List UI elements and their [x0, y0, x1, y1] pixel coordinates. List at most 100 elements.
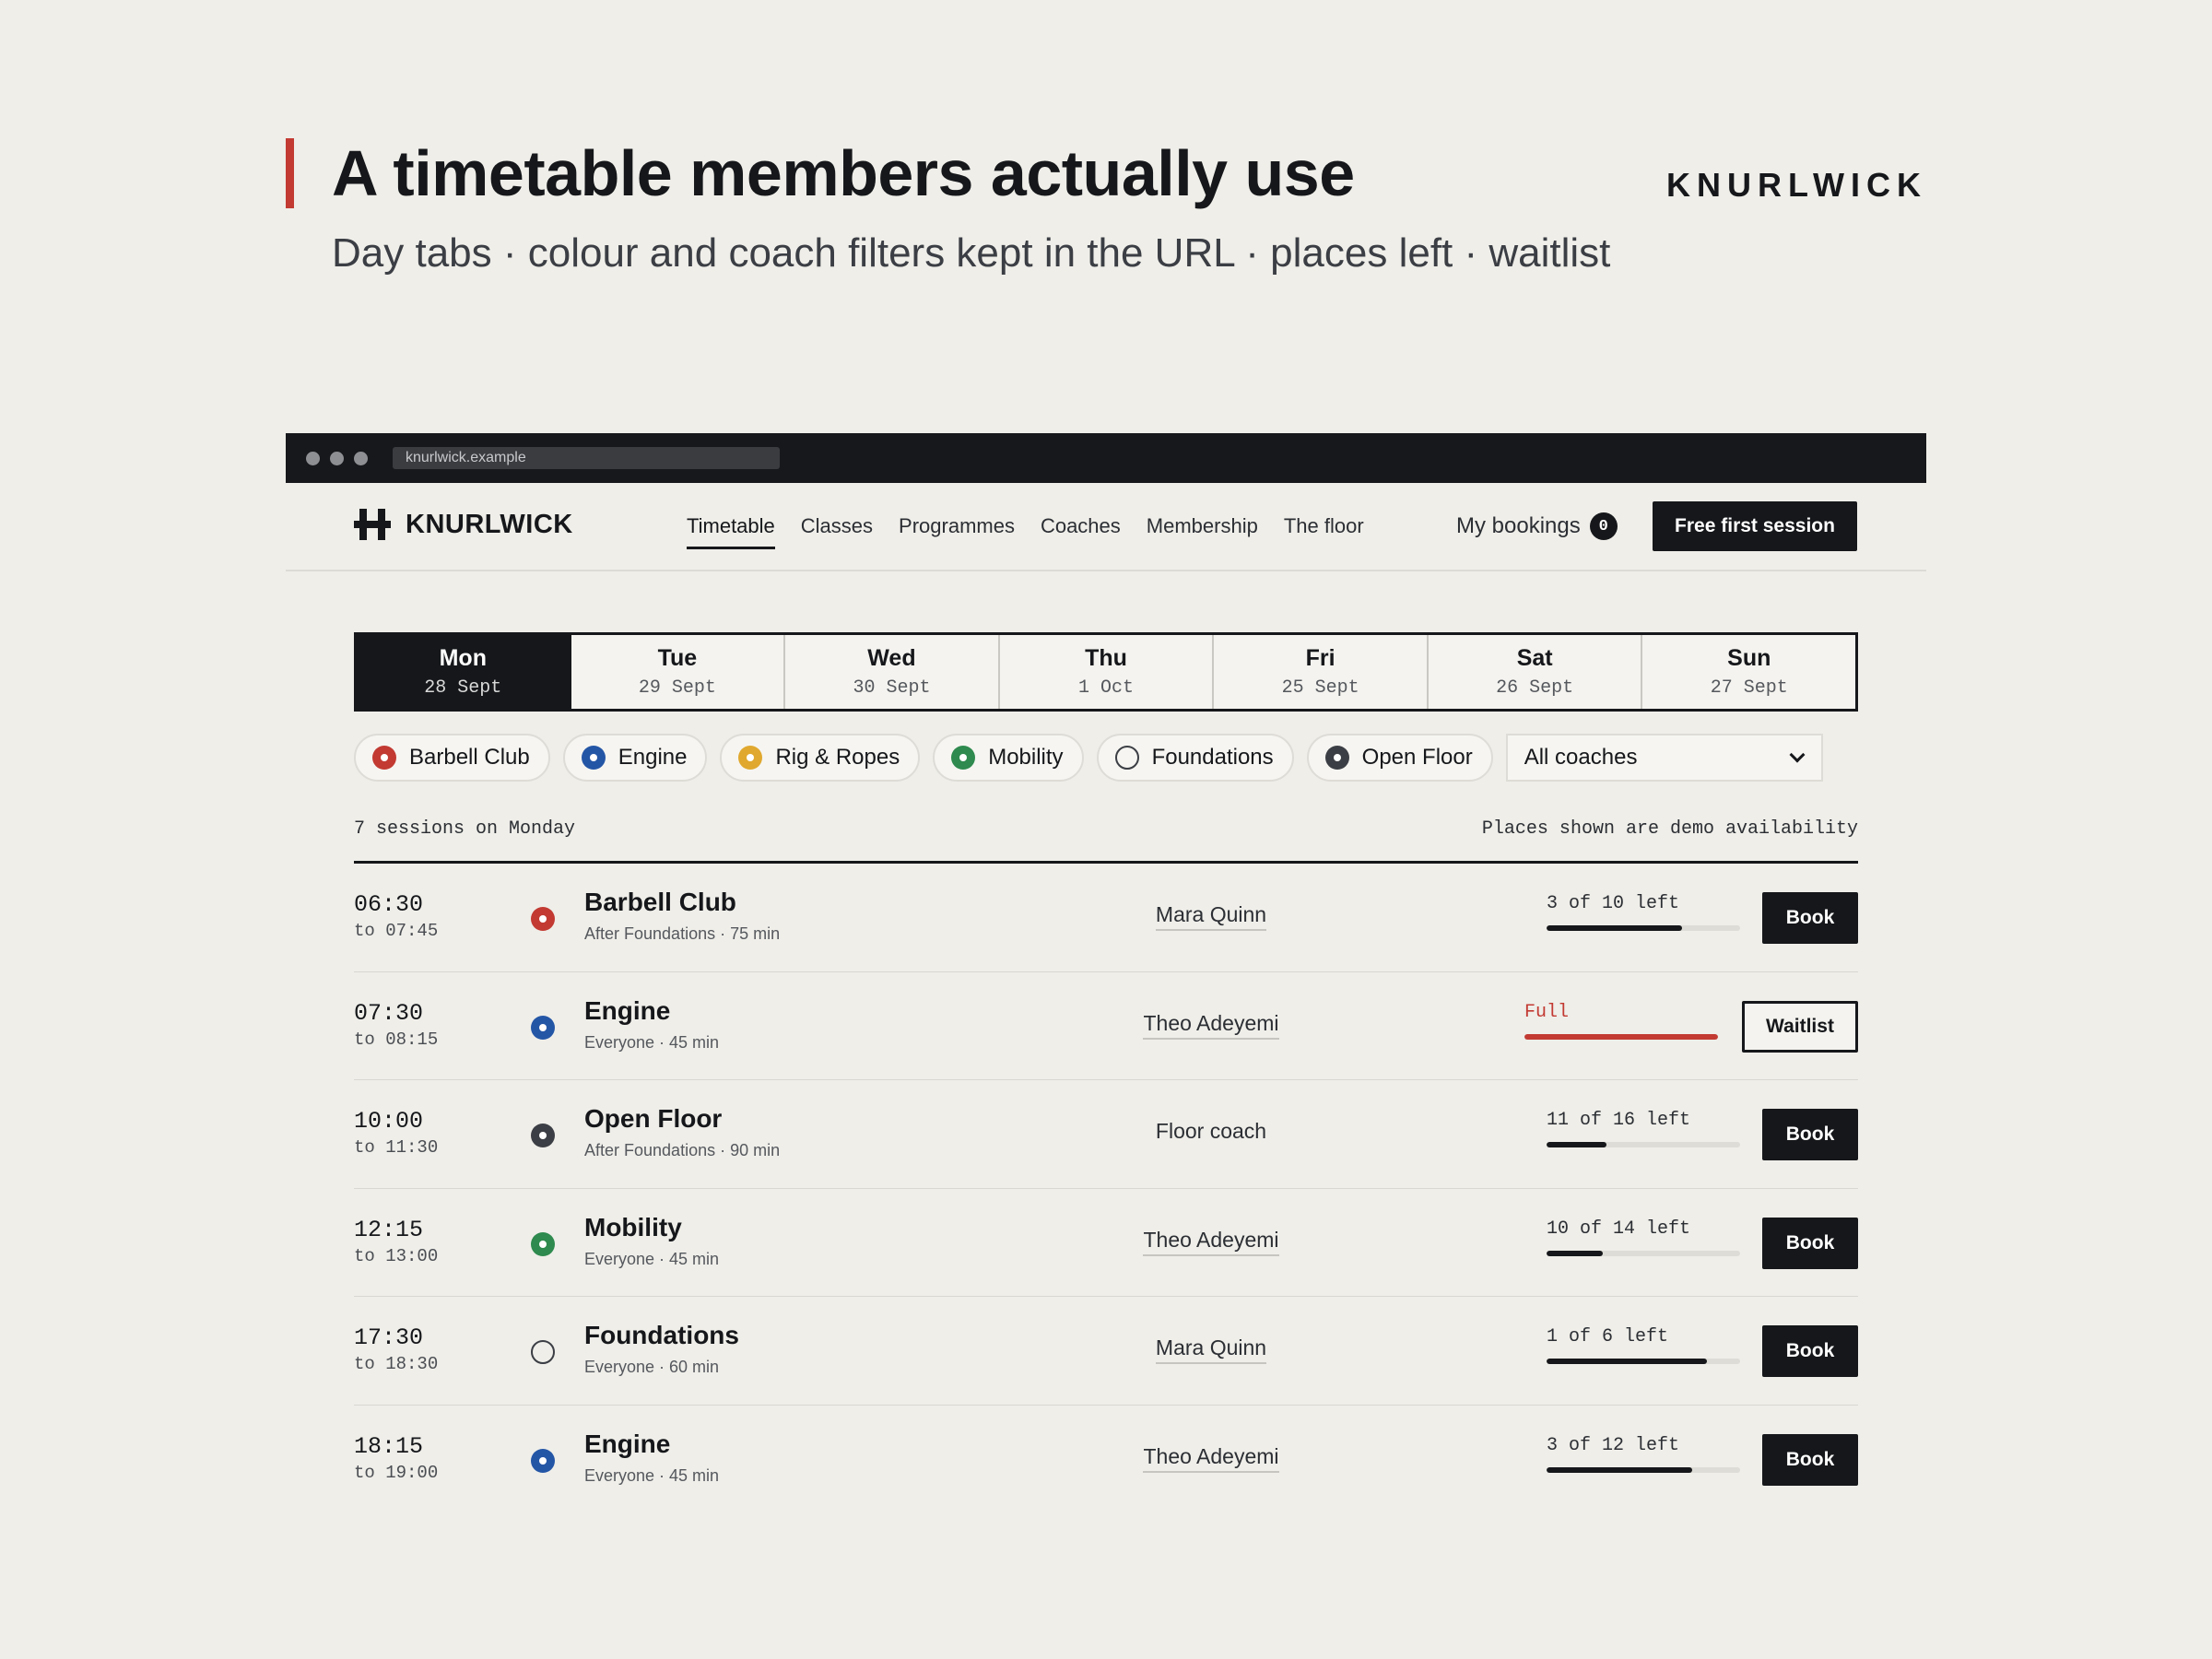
- availability-bar: [1547, 1250, 1740, 1256]
- slide-title: A timetable members actually use: [332, 137, 1355, 209]
- session-end-time: to 18:30: [354, 1354, 439, 1374]
- coach-link[interactable]: Theo Adeyemi: [1143, 1444, 1279, 1473]
- day-tab-thu[interactable]: Thu 1 Oct: [1000, 635, 1215, 709]
- browser-window: knurlwick.example KNURLWICK Timetable Cl…: [286, 433, 1926, 1521]
- session-end-time: to 19:00: [354, 1462, 439, 1483]
- class-colour-icon: [531, 1448, 555, 1473]
- coach-link[interactable]: Mara Quinn: [1155, 1335, 1267, 1364]
- colour-swatch-icon: [1324, 746, 1349, 770]
- coach-link[interactable]: Theo Adeyemi: [1143, 1011, 1279, 1040]
- nav-item-membership[interactable]: Membership: [1147, 483, 1258, 570]
- filter-chip-mobility[interactable]: Mobility: [933, 734, 1084, 782]
- window-dot-icon: [306, 451, 320, 465]
- nav-item-classes[interactable]: Classes: [801, 483, 873, 570]
- day-date: 1 Oct: [1078, 677, 1135, 699]
- day-tab-fri[interactable]: Fri 25 Sept: [1214, 635, 1429, 709]
- day-tab-mon[interactable]: Mon 28 Sept: [357, 635, 571, 709]
- session-start-time: 17:30: [354, 1324, 424, 1351]
- filter-chip-barbell-club[interactable]: Barbell Club: [354, 734, 550, 782]
- filter-chip-engine[interactable]: Engine: [562, 734, 708, 782]
- session-start-time: 07:30: [354, 999, 424, 1027]
- waitlist-button[interactable]: Waitlist: [1742, 1000, 1858, 1053]
- class-name[interactable]: Open Floor: [584, 1104, 722, 1134]
- filter-chip-label: Engine: [618, 745, 688, 770]
- day-tab-wed[interactable]: Wed 30 Sept: [785, 635, 1000, 709]
- availability: 10 of 14 left: [1547, 1218, 1740, 1256]
- availability: Full: [1524, 1002, 1718, 1040]
- class-name[interactable]: Engine: [584, 1430, 670, 1459]
- day-tab-sun[interactable]: Sun 27 Sept: [1642, 635, 1855, 709]
- day-date: 27 Sept: [1710, 677, 1788, 699]
- brand-wordmark: KNURLWICK: [1666, 166, 1927, 204]
- free-first-session-button[interactable]: Free first session: [1653, 501, 1857, 551]
- site-logo[interactable]: KNURLWICK: [354, 509, 573, 540]
- class-colour-icon: [531, 1231, 555, 1256]
- my-bookings-link[interactable]: My bookings 0: [1456, 483, 1618, 570]
- coach-cell: Theo Adeyemi: [1073, 1228, 1349, 1256]
- day-date: 26 Sept: [1496, 677, 1574, 699]
- day-date: 29 Sept: [638, 677, 716, 699]
- places-left: 11 of 16 left: [1547, 1110, 1691, 1131]
- book-button[interactable]: Book: [1762, 892, 1858, 944]
- session-count: 7 sessions on Monday: [354, 818, 576, 840]
- session-list: 06:30 to 07:45 Barbell Club After Foundatio…: [354, 864, 1858, 1513]
- day-name: Wed: [867, 645, 916, 671]
- filter-chip-rig-ropes[interactable]: Rig & Ropes: [720, 734, 921, 782]
- main-nav: Timetable Classes Programmes Coaches Mem…: [687, 483, 1390, 570]
- colour-swatch-icon: [951, 746, 976, 770]
- filter-chip-label: Barbell Club: [409, 745, 530, 770]
- coach-name: Floor coach: [1155, 1119, 1267, 1143]
- class-colour-icon: [531, 907, 555, 931]
- class-name[interactable]: Foundations: [584, 1321, 739, 1350]
- nav-item-timetable[interactable]: Timetable: [687, 483, 775, 570]
- availability-bar-fill: [1547, 1250, 1603, 1256]
- class-meta: Everyone · 45 min: [584, 1465, 720, 1485]
- day-tabs: Mon 28 Sept Tue 29 Sept Wed 30 Sept Thu 1 Oct Fr…: [354, 632, 1858, 712]
- coach-select-value: All coaches: [1524, 745, 1638, 770]
- class-meta: Everyone · 60 min: [584, 1358, 720, 1376]
- nav-item-coaches[interactable]: Coaches: [1041, 483, 1121, 570]
- session-end-time: to 08:15: [354, 1029, 439, 1050]
- class-name[interactable]: Barbell Club: [584, 888, 736, 917]
- nav-item-programmes[interactable]: Programmes: [899, 483, 1015, 570]
- session-row: 17:30 to 18:30 Foundations Everyone · 60 mi…: [354, 1297, 1858, 1406]
- filter-chip-open-floor[interactable]: Open Floor: [1306, 734, 1493, 782]
- availability: 3 of 12 left: [1547, 1435, 1740, 1473]
- availability-bar: [1524, 1033, 1718, 1040]
- list-meta: 7 sessions on Monday Places shown are de…: [354, 818, 1858, 840]
- availability-bar-fill: [1547, 1466, 1692, 1473]
- colour-swatch-icon: [372, 746, 396, 770]
- book-button[interactable]: Book: [1762, 1217, 1858, 1269]
- availability: 11 of 16 left: [1547, 1110, 1740, 1147]
- day-tab-sat[interactable]: Sat 26 Sept: [1429, 635, 1643, 709]
- book-button[interactable]: Book: [1762, 1109, 1858, 1160]
- coach-select[interactable]: All coaches: [1505, 734, 1823, 782]
- class-name[interactable]: Mobility: [584, 1213, 682, 1242]
- day-name: Tue: [657, 645, 698, 671]
- day-date: 30 Sept: [853, 677, 931, 699]
- day-tab-tue[interactable]: Tue 29 Sept: [571, 635, 786, 709]
- filter-chip-label: Open Floor: [1361, 745, 1473, 770]
- book-button[interactable]: Book: [1762, 1433, 1858, 1486]
- coach-cell: Mara Quinn: [1073, 902, 1349, 931]
- availability-bar: [1547, 1359, 1740, 1364]
- address-bar[interactable]: knurlwick.example: [393, 447, 780, 469]
- class-colour-icon: [531, 1124, 555, 1147]
- coach-link[interactable]: Mara Quinn: [1155, 902, 1267, 931]
- logo-mark-icon: [354, 509, 391, 540]
- class-meta: Everyone · 45 min: [584, 1249, 720, 1268]
- class-name[interactable]: Engine: [584, 996, 670, 1026]
- places-left: 10 of 14 left: [1547, 1218, 1691, 1240]
- coach-link[interactable]: Theo Adeyemi: [1143, 1228, 1279, 1256]
- window-dot-icon: [330, 451, 344, 465]
- book-button[interactable]: Book: [1762, 1325, 1858, 1377]
- class-meta: Everyone · 45 min: [584, 1032, 720, 1052]
- places-left: 3 of 10 left: [1547, 893, 1680, 914]
- session-row: 18:15 to 19:00 Engine Everyone · 45 min Theo…: [354, 1406, 1858, 1514]
- chevron-down-icon: [1789, 747, 1806, 763]
- title-accent-bar: [286, 138, 294, 208]
- bookings-count-badge: 0: [1589, 512, 1618, 540]
- session-row: 10:00 to 11:30 Open Floor After Foundations…: [354, 1080, 1858, 1189]
- nav-item-the-floor[interactable]: The floor: [1284, 483, 1364, 570]
- filter-chip-foundations[interactable]: Foundations: [1096, 734, 1294, 782]
